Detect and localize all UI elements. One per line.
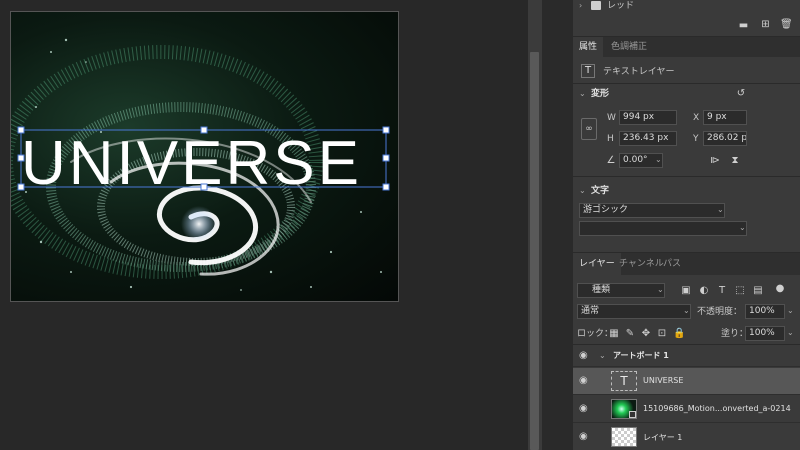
filter-toggle-icon[interactable]: ● <box>775 283 785 295</box>
y-input[interactable]: 286.02 px <box>703 131 747 146</box>
lock-move-icon[interactable]: ✥ <box>641 328 651 340</box>
chevron-down-icon[interactable]: ⌄ <box>579 186 586 195</box>
canvas-area[interactable]: UNIVERSE <box>0 0 528 450</box>
opacity-input[interactable]: 100% <box>745 304 785 319</box>
font-family-select[interactable]: 游ゴシック <box>579 203 725 218</box>
folder-icon <box>591 1 601 10</box>
layer-name: 15109686_Motion...onverted_a-0214 <box>643 404 791 413</box>
chevron-down-icon[interactable]: ⌄ <box>657 285 664 294</box>
visibility-eye-icon[interactable]: ◉ <box>579 351 591 361</box>
canvas-scrollbar[interactable] <box>528 0 542 450</box>
filter-smartobject-icon[interactable]: ▤ <box>753 285 763 297</box>
chevron-down-icon[interactable]: ⌄ <box>579 89 586 98</box>
y-label: Y <box>693 134 699 144</box>
chevron-down-icon[interactable]: ⌄ <box>717 205 724 214</box>
layers-footer-top: ▬ ⊞ 🗑 <box>573 14 800 38</box>
artboard-row[interactable]: ◉ ⌄ アートボード 1 <box>573 345 800 367</box>
text-layer-thumbnail-icon: T <box>611 371 637 391</box>
chevron-down-icon[interactable]: ⌄ <box>599 351 606 360</box>
panel-gutter <box>542 0 572 450</box>
chevron-right-icon[interactable]: › <box>579 1 582 10</box>
chevron-down-icon[interactable]: ⌄ <box>787 306 794 315</box>
font-style-select[interactable] <box>579 221 747 236</box>
chevron-down-icon[interactable]: ⌄ <box>683 306 690 315</box>
galaxy-image: UNIVERSE <box>11 38 390 291</box>
filter-kind-select[interactable]: 種類 <box>577 283 665 298</box>
x-input[interactable]: 9 px <box>703 110 747 125</box>
tab-paths[interactable]: パス <box>657 253 687 275</box>
new-folder-icon[interactable]: ▬ <box>738 20 749 32</box>
x-label: X <box>693 113 700 123</box>
w-input[interactable]: 994 px <box>619 110 677 125</box>
scrollbar-thumb[interactable] <box>530 52 539 450</box>
text-header[interactable]: ⌄ 文字 <box>573 183 800 199</box>
lock-brush-icon[interactable]: ✎ <box>625 328 635 340</box>
flip-horizontal-icon[interactable]: ⧐ <box>709 155 721 167</box>
lock-all-icon[interactable]: 🔒 <box>673 328 685 340</box>
opacity-label: 不透明度： <box>697 307 743 317</box>
tab-properties[interactable]: 属性 <box>573 37 604 57</box>
chevron-down-icon[interactable]: ⌄ <box>787 328 794 337</box>
text-title: 文字 <box>591 186 610 196</box>
filter-type-icon[interactable]: T <box>717 285 727 297</box>
layer-row[interactable]: ◉ 15109686_Motion...onverted_a-0214 <box>573 396 800 423</box>
layer-row[interactable]: ◉ レイヤー 1 <box>573 424 800 450</box>
fill-input[interactable]: 100% <box>745 326 785 341</box>
lock-transparency-icon[interactable]: ▦ <box>609 328 619 340</box>
visibility-eye-icon[interactable]: ◉ <box>579 432 591 442</box>
transparent-layer-thumbnail <box>611 427 637 447</box>
angle-icon: ∠ <box>606 155 616 166</box>
layer-kind-label: テキストレイヤー <box>603 67 675 77</box>
chevron-down-icon[interactable]: ⌄ <box>739 223 746 232</box>
layer-name: レイヤー 1 <box>643 433 683 442</box>
h-input[interactable]: 236.43 px <box>619 131 677 146</box>
smart-object-badge-icon <box>629 411 636 418</box>
h-label: H <box>607 134 614 144</box>
transform-header[interactable]: ⌄ 変形 ↺ <box>573 86 800 102</box>
layer-name: UNIVERSE <box>643 376 684 385</box>
lock-label: ロック： <box>577 329 614 339</box>
visibility-eye-icon[interactable]: ◉ <box>579 376 591 386</box>
visibility-eye-icon[interactable]: ◉ <box>579 404 591 414</box>
layers-tabbar: レイヤー チャンネル パス <box>573 253 800 275</box>
w-label: W <box>607 113 616 123</box>
layer-kind-row: T テキストレイヤー <box>573 62 800 82</box>
blend-mode-select[interactable]: 通常 <box>577 304 691 319</box>
trash-icon[interactable]: 🗑 <box>780 19 793 31</box>
filter-shape-icon[interactable]: ⬚ <box>735 285 745 297</box>
group-row[interactable]: › レッド <box>573 0 800 14</box>
group-name: レッド <box>607 1 635 11</box>
angle-dropdown-icon[interactable]: ⌄ <box>655 155 662 164</box>
link-icon[interactable]: ∞ <box>581 118 597 140</box>
right-panel: › レッド ▬ ⊞ 🗑 属性 色調補正 T テキストレイヤー ⌄ 変形 ↺ ∞ … <box>572 0 800 450</box>
text-layer-icon: T <box>581 64 595 78</box>
filter-adjustment-icon[interactable]: ◐ <box>699 285 709 297</box>
flip-vertical-icon[interactable]: ⧗ <box>729 155 741 167</box>
layer-row[interactable]: ◉ T UNIVERSE <box>573 368 800 395</box>
fill-label: 塗り： <box>721 329 749 339</box>
lock-artboard-icon[interactable]: ⊡ <box>657 328 667 340</box>
tab-adjustments[interactable]: 色調補正 <box>605 37 653 57</box>
properties-tabbar: 属性 色調補正 <box>573 37 800 57</box>
artboard-name: アートボード 1 <box>613 351 669 360</box>
transform-title: 変形 <box>591 89 610 99</box>
canvas-text-universe[interactable]: UNIVERSE <box>21 129 362 198</box>
new-layer-icon[interactable]: ⊞ <box>760 19 771 31</box>
document-canvas[interactable]: UNIVERSE <box>10 11 399 302</box>
reset-icon[interactable]: ↺ <box>735 88 747 100</box>
filter-pixel-icon[interactable]: ▣ <box>681 285 691 297</box>
